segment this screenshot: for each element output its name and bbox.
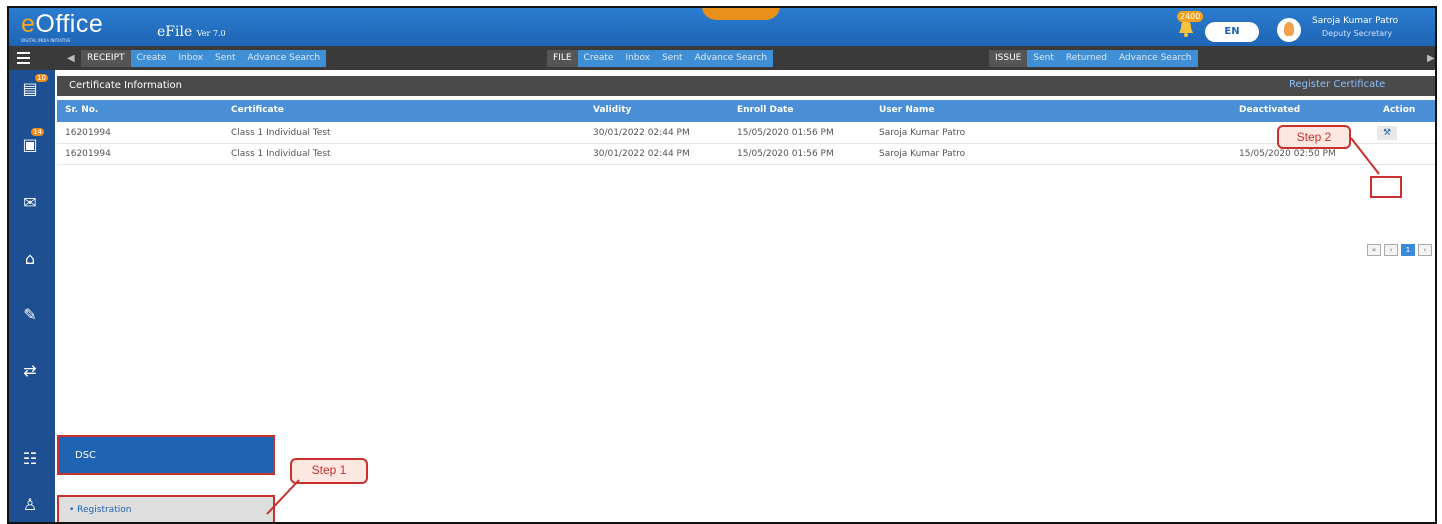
- receipt-menu: RECEIPT Create Inbox Sent Advance Search: [81, 50, 327, 67]
- file-sent-link[interactable]: Sent: [656, 50, 689, 67]
- top-header: eOffice DIGITAL INDIA INITIATIVE eFile V…: [9, 8, 1435, 46]
- col-certificate[interactable]: Certificate: [231, 105, 284, 115]
- cell-enroll-date: 15/05/2020 01:56 PM: [737, 149, 834, 159]
- notification-badge: 2400: [1177, 11, 1204, 22]
- cell-validity: 30/01/2022 02:44 PM: [593, 128, 690, 138]
- col-deactivated[interactable]: Deactivated: [1239, 105, 1300, 115]
- cell-validity: 30/01/2022 02:44 PM: [593, 149, 690, 159]
- step-1-arrow: [266, 479, 300, 515]
- receipt-sent-link[interactable]: Sent: [209, 50, 242, 67]
- issue-menu: ISSUE Sent Returned Advance Search: [989, 50, 1198, 67]
- col-sr-no[interactable]: Sr. No.: [65, 105, 98, 115]
- dsc-label: DSC: [75, 450, 97, 461]
- cell-enroll-date: 15/05/2020 01:56 PM: [737, 128, 834, 138]
- dsc-icon[interactable]: ☷: [19, 448, 41, 470]
- cell-sr-no: 16201994: [65, 128, 111, 138]
- main-menubar: ◀ RECEIPT Create Inbox Sent Advance Sear…: [9, 46, 1435, 70]
- eoffice-logo[interactable]: eOffice: [21, 10, 103, 39]
- table-row[interactable]: 16201994 Class 1 Individual Test 30/01/2…: [57, 145, 1435, 165]
- registration-label: • Registration: [69, 505, 132, 515]
- center-toggle-tab[interactable]: [702, 8, 780, 20]
- cell-user-name: Saroja Kumar Patro: [879, 128, 966, 138]
- menu-scroll-left-icon[interactable]: ◀: [67, 53, 75, 64]
- col-validity[interactable]: Validity: [593, 105, 631, 115]
- file-count-badge: 14: [31, 128, 44, 136]
- issue-label[interactable]: ISSUE: [989, 50, 1028, 67]
- app-window: eOffice DIGITAL INDIA INITIATIVE eFile V…: [7, 6, 1437, 524]
- cell-user-name: Saroja Kumar Patro: [879, 149, 966, 159]
- table-row[interactable]: 16201994 Class 1 Individual Test 30/01/2…: [57, 124, 1435, 144]
- receipt-inbox-link[interactable]: Inbox: [172, 50, 210, 67]
- transfer-icon[interactable]: ⇄: [19, 360, 41, 382]
- user-name[interactable]: Saroja Kumar Patro: [1312, 16, 1398, 26]
- last-page-button[interactable]: »: [1435, 244, 1437, 256]
- col-user-name[interactable]: User Name: [879, 105, 934, 115]
- receipt-create-link[interactable]: Create: [130, 50, 173, 67]
- prev-page-button[interactable]: ‹: [1384, 244, 1398, 256]
- user-icon[interactable]: ♙: [19, 494, 41, 516]
- file-create-link[interactable]: Create: [577, 50, 620, 67]
- first-page-button[interactable]: «: [1367, 244, 1381, 256]
- menu-scroll-right-icon[interactable]: ▶: [1427, 53, 1435, 64]
- user-designation: Deputy Secretary: [1322, 29, 1393, 38]
- issue-returned-link[interactable]: Returned: [1059, 50, 1113, 67]
- app-name: eFile Ver 7.0: [157, 24, 226, 40]
- hamburger-menu-icon[interactable]: [17, 52, 30, 64]
- cell-certificate: Class 1 Individual Test: [231, 128, 331, 138]
- edit-icon[interactable]: ✎: [19, 304, 41, 326]
- register-certificate-link[interactable]: Register Certificate: [1289, 79, 1385, 90]
- col-enroll-date[interactable]: Enroll Date: [737, 105, 793, 115]
- section-title: Certificate Information: [69, 80, 183, 91]
- certificate-table-header: Sr. No. Certificate Validity Enroll Date…: [57, 100, 1435, 122]
- user-avatar[interactable]: [1277, 18, 1301, 42]
- mail-icon[interactable]: ✉: [19, 192, 41, 214]
- issue-sent-link[interactable]: Sent: [1027, 50, 1060, 67]
- action-highlight-box: [1370, 176, 1402, 198]
- receipt-advance-search-link[interactable]: Advance Search: [241, 50, 327, 67]
- language-toggle[interactable]: EN: [1205, 22, 1259, 42]
- cell-deactivated: 15/05/2020 02:50 PM: [1239, 149, 1336, 159]
- home-icon[interactable]: ⌂: [19, 248, 41, 270]
- page-1-button[interactable]: 1: [1401, 244, 1415, 256]
- file-menu: FILE Create Inbox Sent Advance Search: [547, 50, 774, 67]
- receipt-count-badge: 10: [35, 74, 48, 82]
- dsc-menu-item[interactable]: DSC: [57, 435, 275, 475]
- file-label[interactable]: FILE: [547, 50, 578, 67]
- file-advance-search-link[interactable]: Advance Search: [688, 50, 774, 67]
- receipt-label[interactable]: RECEIPT: [81, 50, 131, 67]
- step-2-callout: Step 2: [1277, 125, 1351, 149]
- section-header: Certificate Information Register Certifi…: [57, 76, 1435, 96]
- cell-sr-no: 16201994: [65, 149, 111, 159]
- step-2-arrow: [1350, 137, 1380, 175]
- cell-certificate: Class 1 Individual Test: [231, 149, 331, 159]
- logo-subtitle: DIGITAL INDIA INITIATIVE: [21, 38, 71, 43]
- file-icon[interactable]: ▣: [19, 134, 41, 156]
- issue-advance-search-link[interactable]: Advance Search: [1112, 50, 1198, 67]
- pagination: « ‹ 1 › »: [1367, 244, 1437, 256]
- next-page-button[interactable]: ›: [1418, 244, 1432, 256]
- col-action[interactable]: Action: [1383, 105, 1415, 115]
- registration-menu-item[interactable]: • Registration: [57, 495, 275, 522]
- file-inbox-link[interactable]: Inbox: [619, 50, 657, 67]
- left-sidebar: ▤ 10 ▣ 14 ✉ ⌂ ✎ ⇄ ☷ ♙: [9, 70, 55, 522]
